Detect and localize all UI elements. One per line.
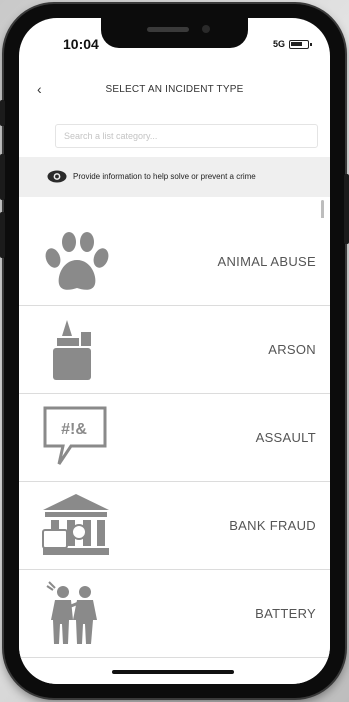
volume-up-button <box>0 154 5 200</box>
speech-bubble-text: #!& <box>61 421 87 438</box>
header: ‹ SELECT AN INCIDENT TYPE <box>19 76 330 106</box>
incident-label: ANIMAL ABUSE <box>217 254 316 269</box>
incident-label: BATTERY <box>255 606 316 621</box>
home-indicator[interactable] <box>112 670 234 674</box>
page-title: SELECT AN INCIDENT TYPE <box>105 84 244 95</box>
screen: 10:04 5G ‹ SELECT AN INCIDENT TYPE Provi… <box>19 18 330 684</box>
phone-frame: 10:04 5G ‹ SELECT AN INCIDENT TYPE Provi… <box>0 4 349 698</box>
power-button <box>344 174 349 244</box>
speaker-grille <box>147 27 189 32</box>
paw-icon <box>45 232 109 290</box>
incident-item-assault[interactable]: #!& ASSAULT <box>19 394 330 482</box>
bank-icon <box>42 494 109 555</box>
signal-indicator: 5G <box>273 39 286 49</box>
incident-list: ANIMAL ABUSE ARSON #!& ASSAULT BANK FRAU… <box>19 218 330 658</box>
incident-item-battery[interactable]: BATTERY <box>19 570 330 658</box>
lighter-icon <box>53 320 91 380</box>
eye-icon <box>47 170 67 183</box>
fighting-people-icon <box>46 581 97 644</box>
front-camera <box>202 25 210 33</box>
mute-switch <box>0 100 5 126</box>
notice-text: Provide information to help solve or pre… <box>73 172 256 181</box>
notch <box>101 18 248 48</box>
incident-label: BANK FRAUD <box>229 518 316 533</box>
incident-item-arson[interactable]: ARSON <box>19 306 330 394</box>
incident-label: ARSON <box>268 342 316 357</box>
battery-icon <box>289 40 312 49</box>
volume-down-button <box>0 212 5 258</box>
incident-label: ASSAULT <box>255 430 316 445</box>
info-notice: Provide information to help solve or pre… <box>19 157 330 197</box>
incident-item-bank-fraud[interactable]: BANK FRAUD <box>19 482 330 570</box>
status-time: 10:04 <box>63 36 99 52</box>
speech-bubble-icon: #!& <box>43 406 107 465</box>
incident-item-animal-abuse[interactable]: ANIMAL ABUSE <box>19 218 330 306</box>
search-input[interactable] <box>55 124 318 148</box>
